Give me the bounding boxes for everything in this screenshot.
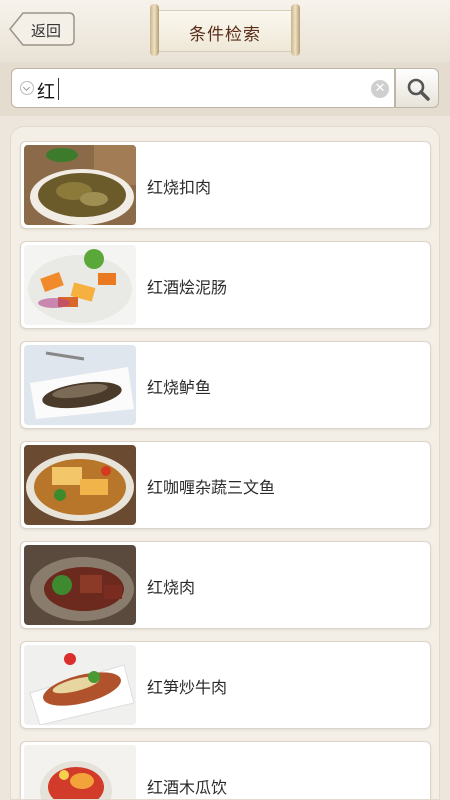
dish-photo — [24, 645, 136, 725]
search-button[interactable] — [395, 68, 439, 108]
results-list: 红烧扣肉 红酒烩泥肠 红烧鲈鱼 红咖喱杂蔬三文鱼 红烧肉 红笋炒牛肉 红酒木瓜饮 — [10, 126, 440, 800]
page-title: 条件检索 — [189, 25, 261, 45]
list-item[interactable]: 红烧肉 — [20, 541, 431, 629]
list-item[interactable]: 红酒木瓜饮 — [20, 741, 431, 799]
page-title-scroll: 条件检索 — [150, 4, 300, 56]
text-caret — [58, 78, 59, 100]
dish-name: 红笋炒牛肉 — [147, 678, 228, 697]
dish-name: 红酒烩泥肠 — [147, 278, 228, 297]
back-button[interactable]: 返回 — [9, 12, 75, 46]
dish-name: 红烧肉 — [147, 578, 196, 597]
search-bar: 红 ✕ — [0, 62, 450, 116]
dish-name: 红酒木瓜饮 — [147, 778, 228, 797]
dish-name: 红烧鲈鱼 — [147, 378, 212, 397]
list-item[interactable]: 红烧鲈鱼 — [20, 341, 431, 429]
dish-name: 红烧扣肉 — [147, 178, 212, 197]
dish-name: 红咖喱杂蔬三文鱼 — [147, 478, 276, 497]
dish-photo — [24, 545, 136, 625]
dish-photo — [24, 445, 136, 525]
back-button-label: 返回 — [31, 22, 62, 40]
clear-icon[interactable]: ✕ — [371, 80, 389, 98]
search-query: 红 — [37, 82, 55, 103]
input-dropdown-icon — [20, 81, 34, 95]
dish-photo — [24, 145, 136, 225]
list-item[interactable]: 红咖喱杂蔬三文鱼 — [20, 441, 431, 529]
search-input[interactable]: 红 ✕ — [11, 68, 395, 108]
top-bar: 返回 条件检索 — [0, 0, 450, 63]
list-item[interactable]: 红酒烩泥肠 — [20, 241, 431, 329]
dish-photo — [24, 345, 136, 425]
list-item[interactable]: 红笋炒牛肉 — [20, 641, 431, 729]
magnifier-icon — [407, 78, 430, 101]
dish-photo — [24, 745, 136, 799]
list-item[interactable]: 红烧扣肉 — [20, 141, 431, 229]
dish-photo — [24, 245, 136, 325]
